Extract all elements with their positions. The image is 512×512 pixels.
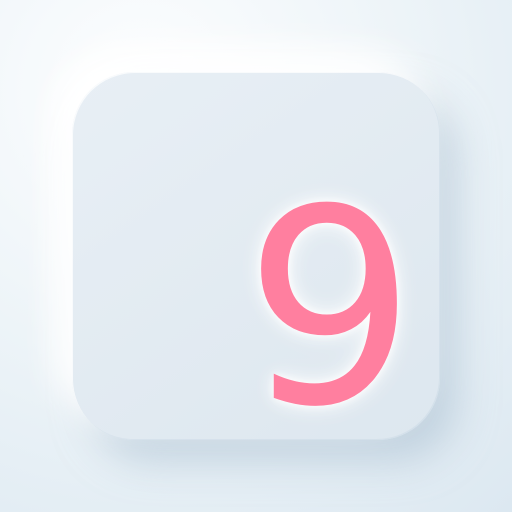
digit-wrap: 9: [212, 170, 448, 460]
app-icon[interactable]: 9: [72, 72, 440, 444]
icon-stage: 9: [0, 0, 512, 512]
digit-nine: 9: [244, 151, 416, 466]
